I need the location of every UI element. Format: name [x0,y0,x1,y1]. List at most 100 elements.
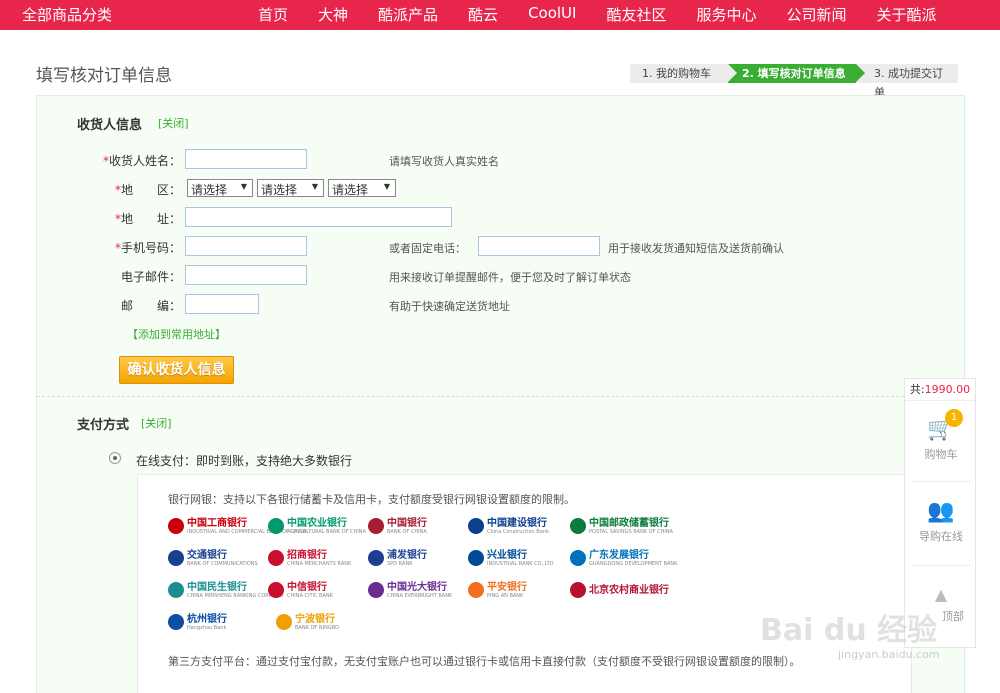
bank-option[interactable]: 浦发银行 SPD BANK [368,549,427,567]
bank-option[interactable]: 宁波银行 BANK OF NINGBO [276,613,339,631]
payment-options-box: 银行网银：支持以下各银行储蓄卡及信用卡，支付额度受银行网银设置额度的限制。 中国… [137,474,912,693]
bank-logo-icon [570,550,586,566]
bank-option[interactable]: 招商银行 CHINA MERCHANTS BANK [268,549,351,567]
address-label: *地 址： [114,212,181,226]
step-fill-order: 2. 填写核对订单信息 [728,64,865,83]
bank-english-name: CHINA MERCHANTS BANK [287,560,352,567]
bank-english-name: BANK OF NINGBO [295,624,339,631]
cart-count-badge: 1 [945,409,963,427]
step-cart: 1. 我的购物车 [630,64,728,83]
bank-option[interactable]: 中信银行 CHINA CITIC BANK [268,581,333,599]
bank-name: 兴业银行 [487,549,527,561]
nav-item-service[interactable]: 服务中心 [696,4,756,25]
nav-item-community[interactable]: 酷友社区 [606,4,666,25]
bank-logo-icon [368,518,384,534]
bank-logo-icon [276,614,292,630]
nav-item-coolui[interactable]: CoolUI [528,4,576,25]
bank-english-name: BANK OF CHINA [387,528,427,535]
bank-logo-icon [570,582,586,598]
bank-name: 招商银行 [287,549,327,561]
bank-name: 中国邮政储蓄银行 [589,517,669,529]
all-categories-menu[interactable]: 全部商品分类 [22,4,112,25]
bank-name: 中国光大银行 [387,581,447,593]
bank-name: 浦发银行 [387,549,427,561]
bank-option[interactable]: 中国邮政储蓄银行 POSTAL SAVINGS BANK OF CHINA [570,517,673,535]
province-select[interactable]: 请选择 ▼ [187,179,253,197]
bank-option[interactable]: 中国建设银行 China Construction Bank [468,517,549,535]
online-payment-radio[interactable] [109,452,121,464]
add-common-address-link[interactable]: 【添加到常用地址】 [127,326,226,342]
district-select[interactable]: 请选择 ▼ [328,179,396,197]
payment-section-title: 支付方式 [77,418,130,433]
confirm-consignee-button[interactable]: 确认收货人信息 [119,356,234,384]
bank-logo-icon [268,518,284,534]
consignee-section-title: 收货人信息 [77,118,143,133]
main-nav: 首页 大神 酷派产品 酷云 CoolUI 酷友社区 服务中心 公司新闻 关于酷派 [258,4,937,25]
bank-name: 中国农业银行 [287,517,347,529]
bank-logo-icon [468,518,484,534]
bank-logo-icon [368,550,384,566]
top-navigation-bar: 全部商品分类 首页 大神 酷派产品 酷云 CoolUI 酷友社区 服务中心 公司… [0,0,1000,30]
payment-close-link[interactable]: [关闭] [141,415,172,431]
bank-name: 中信银行 [287,581,327,593]
nav-item-cloud[interactable]: 酷云 [468,4,498,25]
bank-option[interactable]: 交通银行 BANK OF COMMUNICATIONS [168,549,258,567]
city-select[interactable]: 请选择 ▼ [257,179,324,197]
side-guide-button[interactable]: 👥 导购在线 [905,499,977,544]
address-input[interactable] [185,207,452,227]
bank-english-name: SPD BANK [387,560,413,567]
mobile-label: *手机号码： [114,241,181,255]
bank-logo-icon [268,582,284,598]
nav-item-news[interactable]: 公司新闻 [787,4,847,25]
baidu-watermark-url: jingyan.baidu.com [838,648,940,661]
bank-english-name: PING AN BANK [487,592,524,599]
bank-english-name: CHINA CITIC BANK [287,592,333,599]
nav-item-home[interactable]: 首页 [258,4,288,25]
dropdown-arrow-icon: ▼ [240,182,247,191]
nav-item-products[interactable]: 酷派产品 [378,4,438,25]
bank-intro-text: 银行网银：支持以下各银行储蓄卡及信用卡，支付额度受银行网银设置额度的限制。 [168,493,575,506]
order-form-panel: 收货人信息 [关闭] *收货人姓名： 请填写收货人真实姓名 *地 区： 请选择 ▼… [36,95,965,693]
name-input[interactable] [185,149,307,169]
baidu-watermark: Bai du 经验 [760,613,938,648]
bank-english-name: GUANGDONG DEVELOPMENT BANK [589,560,678,567]
bank-logo-icon [570,518,586,534]
bank-english-name: POSTAL SAVINGS BANK OF CHINA [589,528,673,535]
bank-option[interactable]: 中国民生银行 CHINA MINSHENG BANKING CORP.,LTD [168,581,283,599]
mobile-input[interactable] [185,236,307,256]
email-hint: 用来接收订单提醒邮件，便于您及时了解订单状态 [389,271,631,284]
side-guide-label: 导购在线 [919,530,963,543]
bank-logo-icon [468,550,484,566]
consignee-close-link[interactable]: [关闭] [158,115,189,131]
bank-logo-icon [168,518,184,534]
shopping-cart-icon: 🛒 [927,417,955,442]
side-cart-button[interactable]: 🛒 1 购物车 [905,409,977,462]
landline-hint: 用于接收发货通知短信及送货前确认 [608,242,784,255]
bank-name: 交通银行 [187,549,227,561]
bank-option[interactable]: 中国银行 BANK OF CHINA [368,517,427,535]
bank-logo-icon [268,550,284,566]
section-divider [37,396,964,397]
bank-option[interactable]: 兴业银行 INDUSTRIAL BANK CO.,LTD [468,549,554,567]
third-party-payment-text: 第三方支付平台：通过支付宝付款，无支付宝账户也可以通过银行卡或信用卡直接付款（支… [168,655,801,668]
zip-input[interactable] [185,294,259,314]
bank-english-name: Hangzhou Bank [187,624,227,631]
users-icon: 👥 [927,499,955,524]
bank-english-name: China Construction Bank [487,528,549,535]
side-divider [911,565,971,566]
arrow-up-icon: ▲ [934,585,948,604]
nav-item-dashen[interactable]: 大神 [318,4,348,25]
bank-option[interactable]: 北京农村商业银行 [570,581,669,599]
landline-input[interactable] [478,236,600,256]
email-input[interactable] [185,265,307,285]
step-submit: 3. 成功提交订单 [856,64,958,99]
zip-label: 邮 编： [120,299,181,313]
bank-option[interactable]: 杭州银行 Hangzhou Bank [168,613,227,631]
bank-option[interactable]: 中国农业银行 AGRICULTURAL BANK OF CHINA [268,517,366,535]
bank-option[interactable]: 平安银行 PING AN BANK [468,581,527,599]
zip-hint: 有助于快速确定送货地址 [389,300,510,313]
bank-option[interactable]: 中国光大银行 CHINA EVERBRIGHT BANK [368,581,452,599]
dropdown-arrow-icon: ▼ [383,182,390,191]
bank-option[interactable]: 广东发展银行 GUANGDONG DEVELOPMENT BANK [570,549,677,567]
nav-item-about[interactable]: 关于酷派 [877,4,937,25]
